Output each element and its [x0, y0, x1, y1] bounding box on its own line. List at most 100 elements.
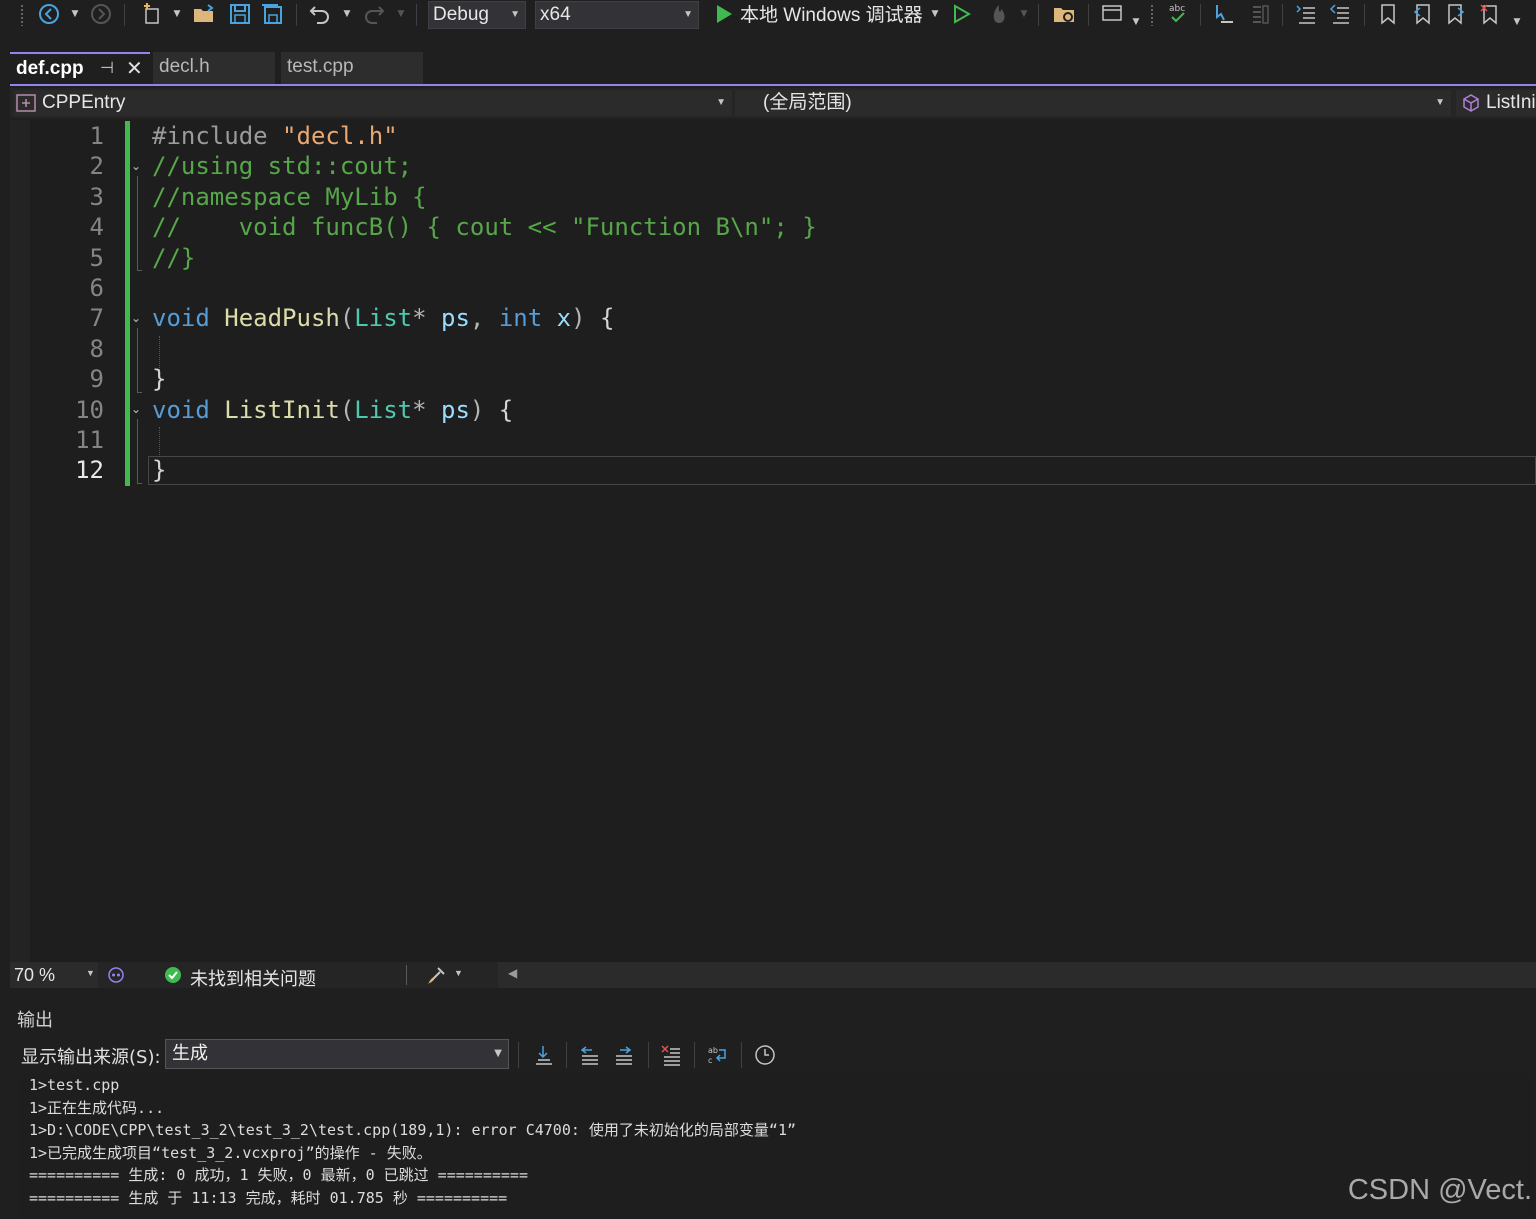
output-line: 1>test.cpp: [29, 1076, 120, 1094]
code-line[interactable]: }: [152, 455, 166, 485]
line-number: 9: [89, 365, 104, 394]
code-line[interactable]: //using std::cout;: [152, 151, 412, 181]
play-icon[interactable]: [712, 0, 736, 28]
line-number: 11: [75, 426, 104, 454]
horizontal-scrollbar[interactable]: ◀: [498, 962, 1536, 988]
toolbar-overflow-icon[interactable]: ▼: [1510, 8, 1524, 36]
new-dropdown-icon[interactable]: ▼: [170, 0, 184, 28]
line-number: 1: [89, 122, 104, 150]
clock-icon[interactable]: [751, 1042, 779, 1068]
undo-icon[interactable]: [306, 0, 334, 28]
redo-icon[interactable]: [360, 0, 388, 28]
project-name: CPPEntry: [42, 92, 126, 113]
bookmark-clear-icon[interactable]: [1476, 0, 1504, 28]
fold-region-line: [137, 176, 138, 271]
format-icon[interactable]: [1246, 0, 1274, 28]
play-outline-icon[interactable]: [950, 0, 974, 28]
bookmark-prev-icon[interactable]: [1408, 0, 1436, 28]
code-token: HeadPush: [224, 304, 340, 333]
code-token: *: [412, 304, 427, 333]
word-wrap-icon[interactable]: ab c: [704, 1042, 732, 1068]
selection-margin[interactable]: [10, 120, 30, 962]
code-token: }: [152, 456, 167, 485]
project-select[interactable]: CPPEntry ▼: [14, 90, 732, 116]
hot-reload-icon[interactable]: [986, 0, 1012, 28]
line-number: 12: [75, 456, 104, 485]
indent-icon[interactable]: [1292, 0, 1320, 28]
indent-guide: [159, 427, 160, 457]
code-editor[interactable]: [10, 120, 1536, 962]
line-number: 4: [89, 213, 104, 242]
code-line[interactable]: //namespace MyLib {: [152, 182, 427, 212]
comment-icon[interactable]: [1326, 0, 1354, 28]
code-token: ): [469, 395, 485, 424]
output-line: ========== 生成: 0 成功，1 失败，0 最新，0 已跳过 ====…: [29, 1166, 528, 1185]
undo-dropdown-icon[interactable]: ▼: [340, 0, 354, 28]
tab-test-cpp[interactable]: test.cpp: [281, 52, 423, 84]
cursor-icon[interactable]: [1210, 0, 1238, 28]
output-source-value: 生成: [172, 1043, 208, 1064]
forward-icon[interactable]: [88, 0, 114, 28]
code-line[interactable]: // void funcB() { cout << "Function B\n"…: [152, 212, 817, 242]
go-to-line-icon[interactable]: [529, 1042, 557, 1068]
start-debugger-button[interactable]: 本地 Windows 调试器: [740, 0, 923, 26]
fold-region-line: [137, 328, 138, 392]
svg-text:c: c: [708, 1056, 712, 1065]
bookmark-next-icon[interactable]: [1442, 0, 1470, 28]
code-cleanup-icon[interactable]: [426, 964, 448, 991]
previous-message-icon[interactable]: [575, 1042, 603, 1068]
line-number: 7: [89, 304, 104, 333]
tab-decl-h[interactable]: decl.h: [153, 52, 275, 84]
code-token: {: [484, 395, 514, 424]
code-token: *: [412, 395, 427, 424]
project-icon: [16, 94, 36, 120]
copilot-icon[interactable]: [106, 965, 126, 990]
member-name: ListIni: [1486, 92, 1536, 113]
tab-def-cpp[interactable]: def.cpp ⊣ ✕: [10, 52, 150, 84]
scope-select[interactable]: (全局范围) ▼: [735, 90, 1451, 116]
platform-select[interactable]: x64 ▼: [535, 1, 699, 29]
hot-reload-dropdown-icon[interactable]: ▼: [1018, 0, 1030, 28]
member-select[interactable]: ListIni: [1456, 90, 1536, 116]
save-icon[interactable]: [226, 0, 254, 28]
config-value: Debug: [433, 4, 489, 25]
output-line: 1>已完成生成项目“test_3_2.vcxproj”的操作 - 失败。: [29, 1143, 432, 1162]
issues-status[interactable]: 未找到相关问题: [190, 965, 316, 991]
solution-explorer-icon[interactable]: [1050, 0, 1078, 28]
debugger-dropdown-icon[interactable]: ▼: [928, 0, 942, 28]
next-message-icon[interactable]: [609, 1042, 637, 1068]
chevron-down-icon: ▼: [494, 1048, 502, 1059]
code-line[interactable]: void ListInit(List* ps) {: [152, 395, 513, 425]
line-number: 2: [89, 152, 104, 181]
code-token: ): [571, 304, 586, 333]
window-layout-icon[interactable]: [1098, 0, 1126, 28]
save-all-icon[interactable]: [258, 0, 286, 28]
config-select[interactable]: Debug ▼: [428, 1, 526, 29]
code-token: //}: [152, 243, 196, 272]
output-source-select[interactable]: 生成 ▼: [165, 1039, 509, 1069]
chevron-down-icon: ▼: [510, 9, 520, 20]
open-folder-icon[interactable]: [190, 0, 218, 28]
bookmark-icon[interactable]: [1374, 0, 1402, 28]
toolbar-grip[interactable]: [20, 4, 24, 26]
main-toolbar: ▼ ▼ ▼ ▼ Debug ▼ x64 ▼ 本地 Windows 调试器 ▼ ▼…: [0, 0, 1536, 30]
scroll-left-icon[interactable]: ◀: [508, 966, 517, 980]
back-dropdown-icon[interactable]: ▼: [68, 0, 82, 28]
spell-check-icon[interactable]: abc: [1164, 0, 1192, 28]
back-icon[interactable]: [36, 0, 62, 28]
close-icon[interactable]: ✕: [126, 54, 143, 84]
code-line[interactable]: void HeadPush(List* ps, int x) {: [152, 303, 614, 333]
layout-dropdown-icon[interactable]: ▼: [1130, 8, 1142, 36]
clear-all-icon[interactable]: [657, 1042, 685, 1068]
line-number: 8: [89, 334, 104, 363]
pin-icon[interactable]: ⊣: [100, 54, 114, 84]
code-line[interactable]: }: [152, 364, 166, 394]
code-line[interactable]: //}: [152, 243, 195, 273]
code-line[interactable]: #include "decl.h": [152, 121, 398, 151]
redo-dropdown-icon[interactable]: ▼: [394, 0, 408, 28]
new-project-icon[interactable]: [138, 0, 166, 28]
zoom-select[interactable]: 70 % ▼: [10, 962, 98, 988]
cleanup-dropdown-icon[interactable]: ▼: [454, 968, 463, 978]
